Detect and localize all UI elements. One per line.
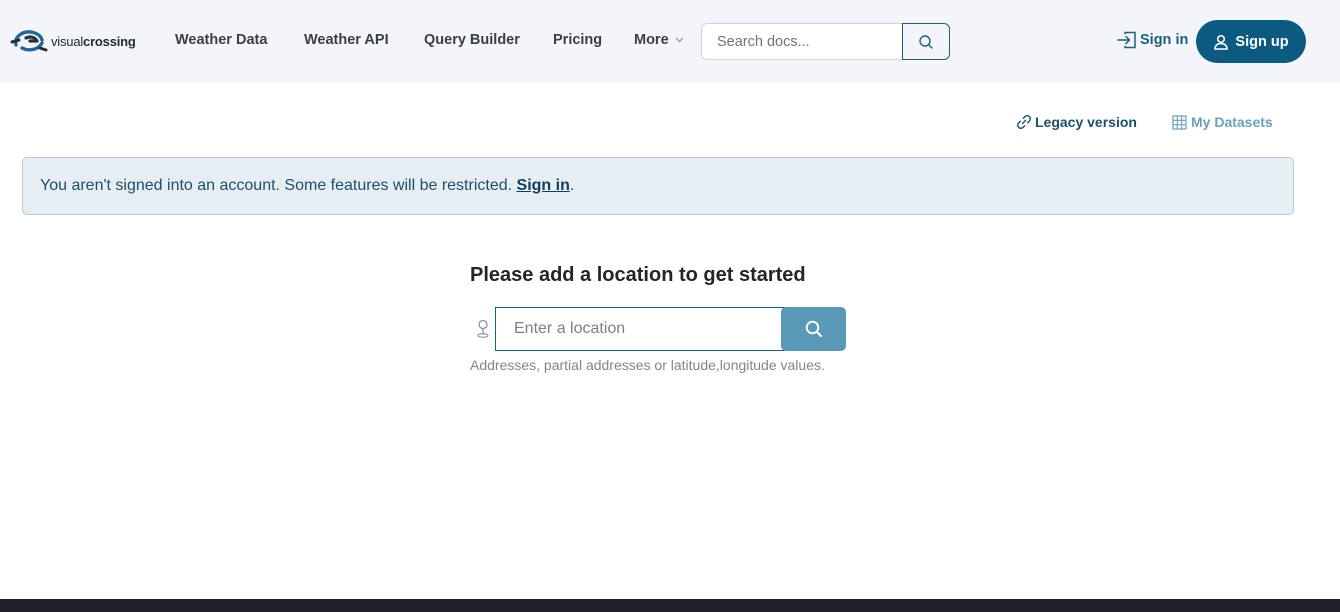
- sign-in-label: Sign in: [1140, 32, 1189, 48]
- link-icon: [1017, 115, 1031, 129]
- footer-bar: [0, 599, 1340, 612]
- alert-sign-in-link[interactable]: Sign in: [517, 177, 570, 195]
- search-icon: [919, 34, 933, 49]
- alert-text: You aren't signed into an account. Some …: [40, 177, 513, 194]
- logo-icon: [10, 30, 48, 52]
- my-datasets-label: My Datasets: [1191, 114, 1273, 130]
- nav-more-label: More: [634, 32, 669, 48]
- user-icon: [1214, 34, 1229, 50]
- docs-search: [701, 23, 950, 60]
- sign-up-label: Sign up: [1235, 33, 1289, 50]
- top-navbar: visualcrossing Weather Data Weather API …: [0, 0, 1340, 83]
- grid-icon: [1172, 114, 1187, 130]
- legacy-version-label: Legacy version: [1035, 114, 1137, 130]
- alert-suffix: .: [569, 177, 575, 194]
- sign-up-button[interactable]: Sign up: [1196, 20, 1306, 63]
- sign-in-icon: [1117, 31, 1136, 49]
- location-input[interactable]: [495, 307, 787, 351]
- legacy-version-link[interactable]: Legacy version: [1016, 114, 1137, 130]
- location-search-button[interactable]: [781, 307, 846, 351]
- nav-query-builder[interactable]: Query Builder: [424, 32, 520, 48]
- nav-more-dropdown[interactable]: More: [634, 32, 684, 48]
- nav-weather-api[interactable]: Weather API: [304, 32, 389, 48]
- location-pin-icon: [477, 319, 489, 338]
- page-heading: Please add a location to get started: [470, 264, 806, 286]
- nav-weather-data[interactable]: Weather Data: [175, 32, 267, 48]
- brand-logo[interactable]: visualcrossing: [10, 28, 136, 54]
- chevron-down-icon: [675, 37, 684, 43]
- sign-in-link[interactable]: Sign in: [1117, 31, 1188, 49]
- location-hint: Addresses, partial addresses or latitude…: [470, 357, 825, 373]
- search-docs-input[interactable]: [701, 23, 903, 60]
- nav-pricing[interactable]: Pricing: [553, 32, 602, 48]
- search-docs-button[interactable]: [902, 23, 950, 60]
- sign-in-alert: You aren't signed into an account. Some …: [22, 157, 1294, 215]
- logo-wordmark: visualcrossing: [51, 34, 136, 49]
- logo-wordmark-light: visual: [51, 33, 84, 49]
- search-icon: [805, 320, 822, 337]
- logo-wordmark-bold: crossing: [83, 33, 136, 49]
- my-datasets-link[interactable]: My Datasets: [1172, 114, 1273, 130]
